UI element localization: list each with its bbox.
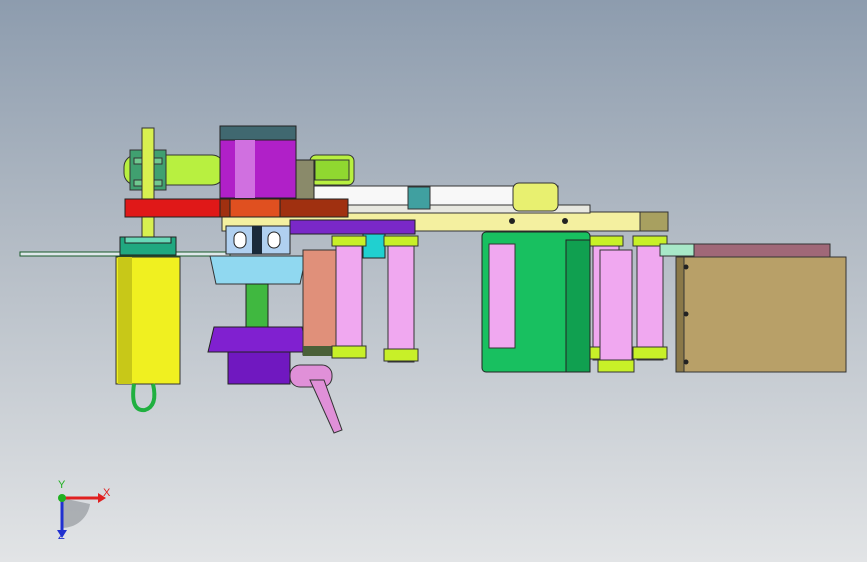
wheel-top <box>207 326 309 353</box>
roller <box>387 237 415 363</box>
roller-ring <box>597 359 635 373</box>
roller-small <box>599 249 633 371</box>
cup <box>209 255 307 285</box>
pulley-right-band <box>314 159 350 181</box>
spindle-cap <box>219 125 297 141</box>
triad-shadow <box>62 498 90 529</box>
roller <box>335 237 363 359</box>
x-axis-label: X <box>103 487 111 499</box>
roller-ring <box>383 348 419 362</box>
roller-ring <box>588 235 624 247</box>
wheel-body <box>227 351 291 385</box>
motor-box <box>675 256 847 373</box>
coupling-slot <box>233 231 247 249</box>
roller-ring <box>331 235 367 247</box>
top-plate-end <box>639 211 669 232</box>
green-block-roller <box>488 243 516 349</box>
y-axis-label: Y <box>58 479 66 491</box>
purple-plate <box>289 219 416 235</box>
lower-shaft <box>245 283 269 329</box>
green-block-side <box>565 239 591 373</box>
assembly-model[interactable] <box>0 0 867 562</box>
spindle-sleeve-highlight <box>235 140 255 198</box>
plate-hole <box>509 218 515 224</box>
coupling-post <box>252 226 262 254</box>
yellow-cylinder-shade <box>118 257 132 384</box>
spindle-sleeve <box>219 139 297 199</box>
roller-ring <box>632 346 668 360</box>
roller-ring <box>383 235 419 247</box>
plate-hole <box>562 218 568 224</box>
coordinate-triad-icon: X Y Z <box>40 480 120 550</box>
motor-screw <box>683 264 689 270</box>
roller <box>636 237 664 361</box>
z-axis-label: Z <box>58 530 65 542</box>
coupling-slot <box>267 231 281 249</box>
spindle-collar <box>295 159 315 201</box>
pulley-mid <box>512 182 559 212</box>
motor-screw <box>683 359 689 365</box>
left-shaft <box>141 127 155 251</box>
green-cable <box>131 383 157 413</box>
mint-strip <box>659 243 695 257</box>
motor-flange <box>675 256 685 373</box>
motor-screw <box>683 311 689 317</box>
roller-ring <box>331 345 367 359</box>
orange-block <box>229 198 281 218</box>
y-axis-dot <box>58 494 66 502</box>
motor-top <box>691 243 831 259</box>
left-collar-top <box>124 236 172 244</box>
idler <box>407 186 431 210</box>
handle-lever <box>309 379 343 434</box>
cad-viewport[interactable]: X Y Z <box>0 0 867 562</box>
